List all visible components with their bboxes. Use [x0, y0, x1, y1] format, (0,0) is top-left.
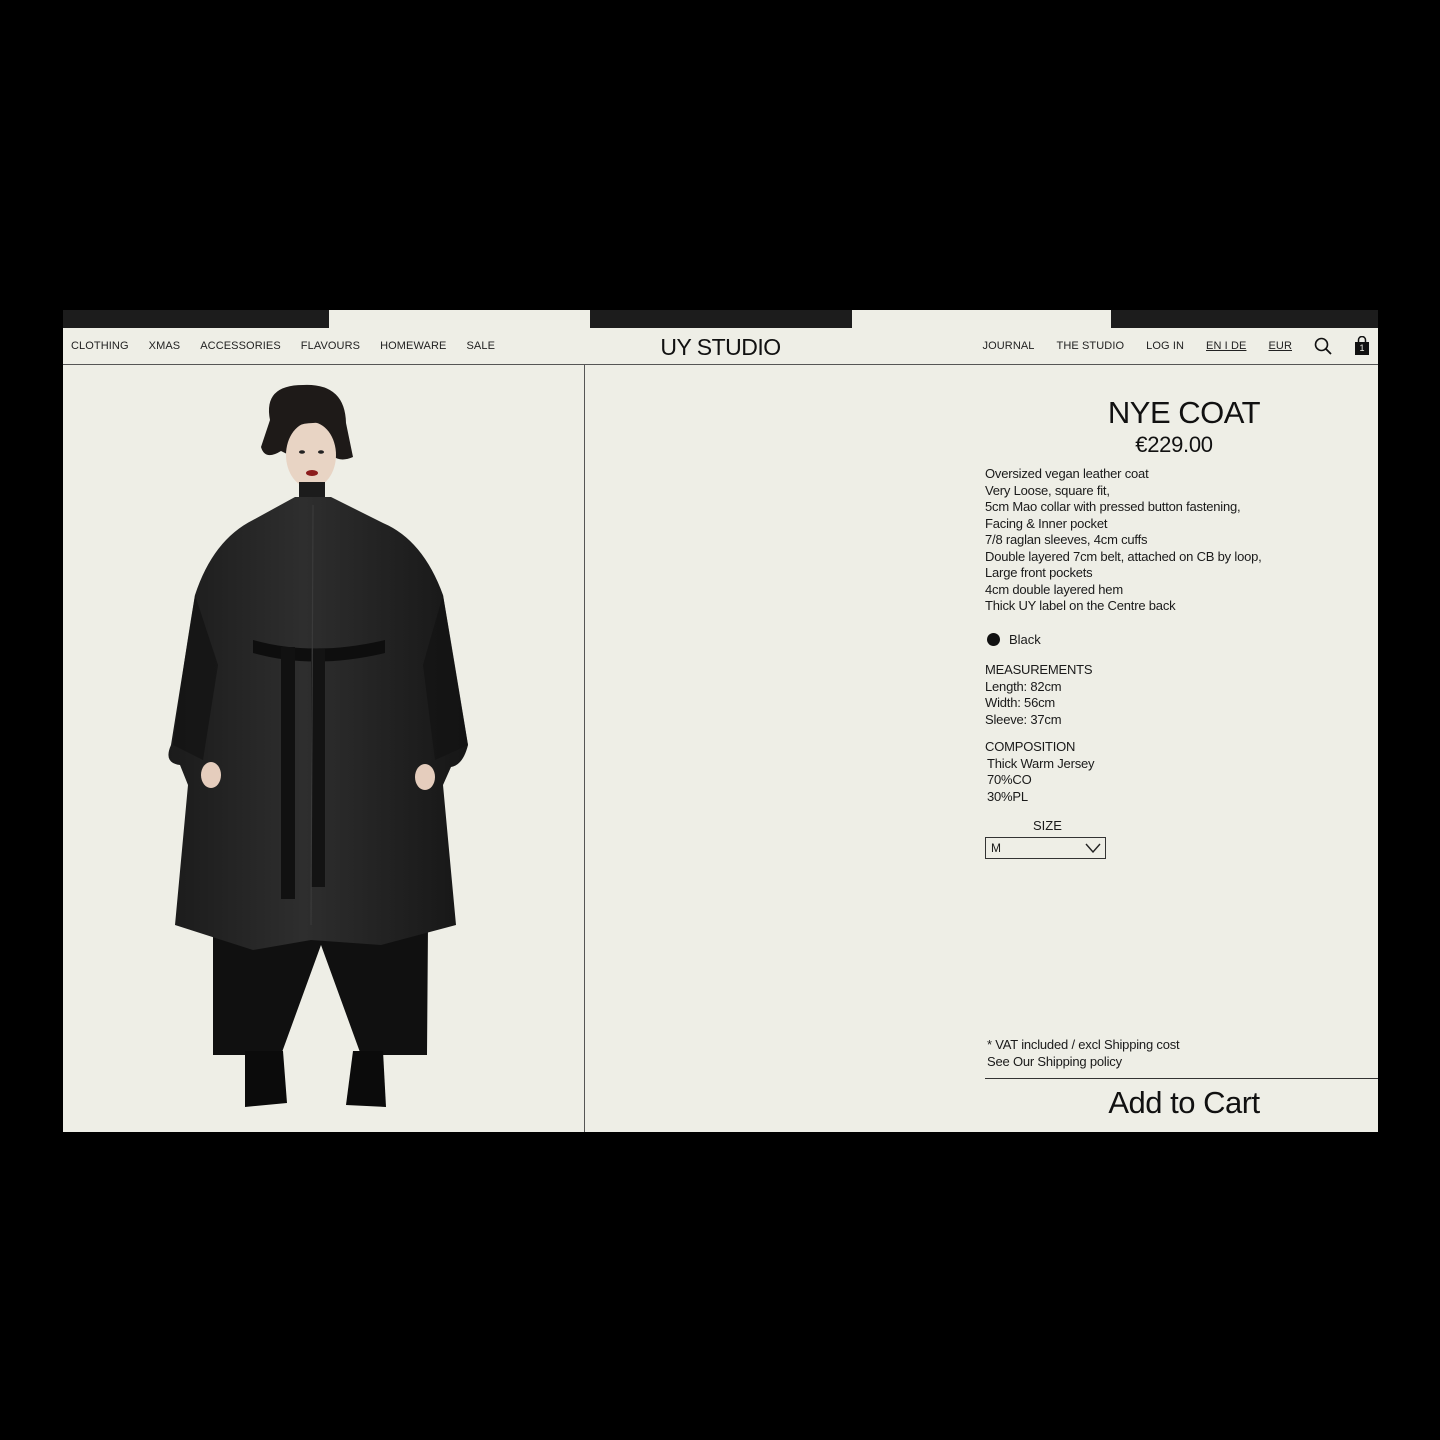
composition: COMPOSITION Thick Warm Jersey 70%CO 30%P…: [985, 739, 1095, 805]
chevron-down-icon: [1085, 843, 1101, 853]
browser-screen: CLOTHING XMAS ACCESSORIES FLAVOURS HOMEW…: [63, 310, 1378, 1132]
nav-xmas[interactable]: XMAS: [149, 340, 181, 352]
color-swatch[interactable]: [987, 633, 1000, 646]
utility-menu: JOURNAL THE STUDIO LOG IN EN I DE EUR 1: [960, 328, 1370, 364]
nav-login[interactable]: LOG IN: [1146, 340, 1184, 352]
measurement-line: Sleeve: 37cm: [985, 711, 1062, 727]
measurement-line: Length: 82cm: [985, 678, 1062, 694]
composition-line: 70%CO: [987, 772, 1032, 787]
description-line: Very Loose, square fit,: [985, 482, 1110, 498]
size-label: SIZE: [1033, 818, 1062, 833]
vat-note: * VAT included / excl Shipping cost: [987, 1037, 1180, 1052]
nav-homeware[interactable]: HOMEWARE: [380, 340, 446, 352]
description-line: 7/8 raglan sleeves, 4cm cuffs: [985, 532, 1148, 547]
product-price: €229.00: [1135, 432, 1213, 457]
top-bar: [63, 310, 1378, 328]
shipping-note: * VAT included / excl Shipping cost See …: [987, 1036, 1180, 1070]
nav-sale[interactable]: SALE: [466, 340, 495, 352]
shopping-bag-icon[interactable]: 1: [1354, 336, 1370, 356]
nav-flavours[interactable]: FLAVOURS: [301, 340, 360, 352]
description-line: Large front pockets: [985, 565, 1093, 580]
top-bar-segment: [590, 310, 852, 328]
add-to-cart-button[interactable]: Add to Cart: [985, 1085, 1378, 1121]
nav-accessories[interactable]: ACCESSORIES: [200, 340, 281, 352]
nav-the-studio[interactable]: THE STUDIO: [1057, 340, 1125, 352]
main-menu: CLOTHING XMAS ACCESSORIES FLAVOURS HOMEW…: [71, 328, 515, 364]
description-line: 5cm Mao collar with pressed button faste…: [985, 499, 1241, 514]
size-select[interactable]: M: [985, 837, 1106, 859]
top-bar-segment: [1111, 310, 1378, 328]
model-in-coat-image: [168, 384, 468, 1107]
top-bar-segment: [63, 310, 329, 328]
composition-line: 30%PL: [987, 788, 1028, 804]
measurements: MEASUREMENTS Length: 82cm Width: 56cm Sl…: [985, 662, 1093, 728]
product-photo: [63, 365, 584, 1132]
composition-line: Thick Warm Jersey: [987, 755, 1095, 771]
nav-journal[interactable]: JOURNAL: [982, 340, 1034, 352]
product-details: NYE COAT €229.00 Oversized vegan leather…: [985, 365, 1378, 1132]
currency-switcher[interactable]: EUR: [1268, 340, 1292, 352]
color-name: Black: [1009, 632, 1041, 647]
product-description: Oversized vegan leather coat Very Loose,…: [985, 466, 1262, 615]
shipping-policy-link[interactable]: See Our Shipping policy: [987, 1053, 1179, 1070]
color-option[interactable]: Black: [987, 632, 1041, 647]
nav-clothing[interactable]: CLOTHING: [71, 340, 129, 352]
product-title: NYE COAT: [1107, 395, 1261, 430]
composition-heading: COMPOSITION: [985, 739, 1076, 754]
description-line: Double layered 7cm belt, attached on CB …: [985, 548, 1262, 564]
size-selected-value: M: [991, 841, 1001, 855]
description-line: Facing & Inner pocket: [985, 515, 1108, 531]
description-line: Thick UY label on the Centre back: [985, 598, 1176, 613]
search-icon[interactable]: [1314, 337, 1332, 355]
brand-logo[interactable]: UY STUDIO: [660, 334, 781, 360]
cart-divider: [985, 1078, 1378, 1079]
description-line: Oversized vegan leather coat: [985, 466, 1149, 481]
column-divider: [584, 365, 585, 1132]
cart-count: 1: [1359, 343, 1365, 353]
header-nav: CLOTHING XMAS ACCESSORIES FLAVOURS HOMEW…: [63, 328, 1378, 365]
measurements-heading: MEASUREMENTS: [985, 662, 1093, 677]
language-switcher[interactable]: EN I DE: [1206, 340, 1246, 352]
description-line: 4cm double layered hem: [985, 581, 1123, 597]
measurement-line: Width: 56cm: [985, 695, 1056, 710]
